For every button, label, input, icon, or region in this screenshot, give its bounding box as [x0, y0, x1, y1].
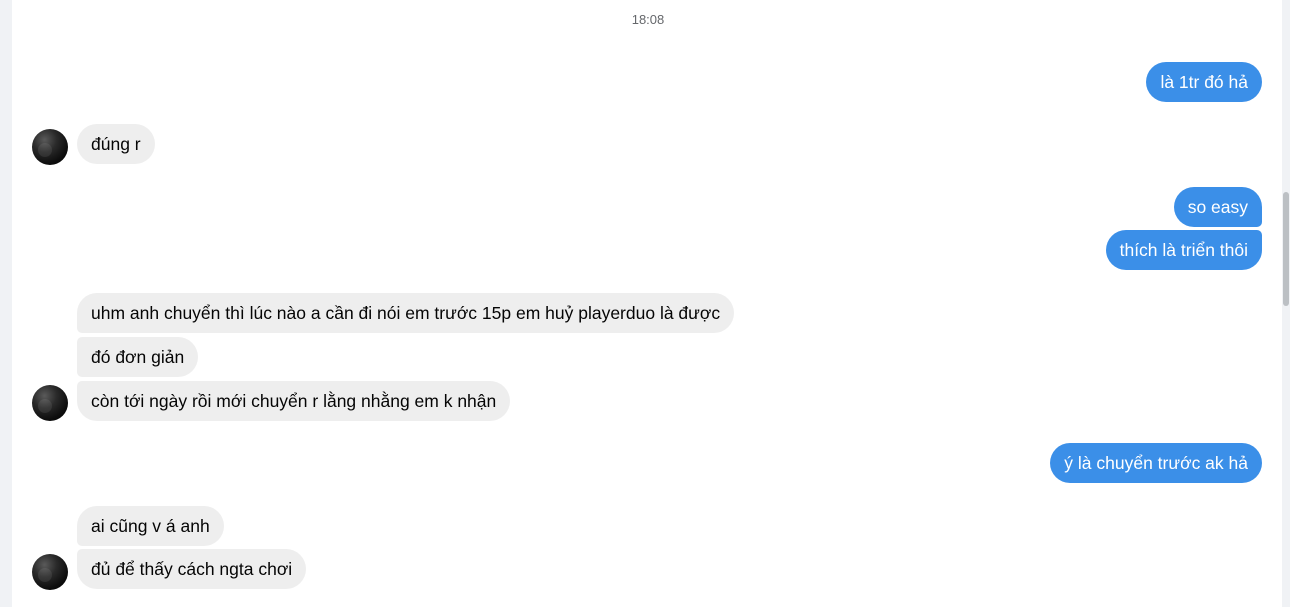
scrollbar-track[interactable]: [1282, 0, 1290, 607]
incoming-message[interactable]: đúng r: [77, 124, 155, 164]
incoming-message[interactable]: ai cũng v á anh: [77, 506, 224, 546]
message-timestamp: 18:08: [631, 12, 665, 27]
incoming-message[interactable]: uhm anh chuyển thì lúc nào a cần đi nói …: [77, 293, 735, 333]
contact-avatar[interactable]: [32, 129, 68, 165]
contact-avatar[interactable]: [32, 385, 68, 421]
incoming-message[interactable]: đó đơn giản: [77, 337, 199, 377]
incoming-message[interactable]: còn tới ngày rồi mới chuyển r lằng nhằng…: [77, 381, 511, 421]
outgoing-message[interactable]: so easy: [1173, 187, 1262, 227]
outgoing-message[interactable]: là 1tr đó hả: [1146, 62, 1262, 102]
outgoing-message[interactable]: thích là triển thôi: [1105, 230, 1262, 270]
contact-avatar[interactable]: [32, 554, 68, 590]
outgoing-message[interactable]: ý là chuyển trước ak hả: [1050, 443, 1262, 483]
incoming-message[interactable]: đủ để thấy cách ngta chơi: [77, 549, 307, 589]
scrollbar-thumb[interactable]: [1283, 192, 1289, 306]
chat-message-list[interactable]: 18:08 là 1tr đó hả đúng r so easy thích …: [12, 0, 1282, 607]
